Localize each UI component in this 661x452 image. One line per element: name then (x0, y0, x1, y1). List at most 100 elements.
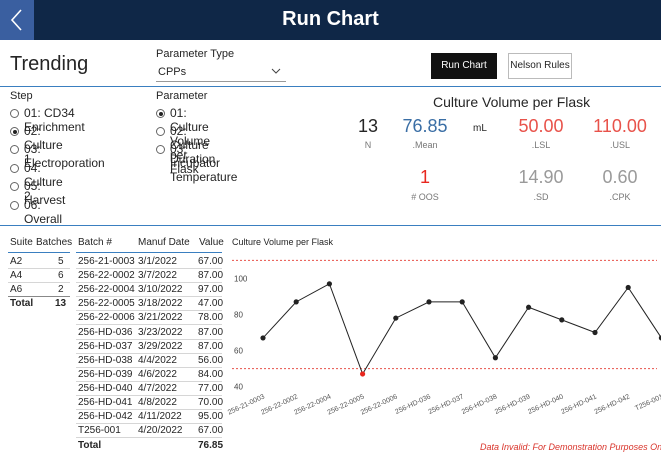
oos-label: # OOS (411, 192, 439, 202)
suite-cell: A4 (10, 270, 23, 281)
manuf-date-cell: 4/20/2022 (138, 425, 183, 437)
data-point (426, 299, 432, 305)
suite-cell: A2 (10, 256, 23, 267)
row-divider (76, 282, 222, 284)
row-divider (8, 282, 70, 283)
value-cell: 70.00 (198, 397, 224, 408)
radio-button[interactable] (10, 109, 19, 118)
data-point (559, 317, 565, 323)
column-header[interactable]: Batch # (78, 237, 112, 248)
oos-data-point (360, 371, 366, 377)
manuf-date-cell: 3/10/2022 (138, 284, 183, 296)
column-header[interactable]: Batches (36, 237, 72, 248)
batch-number-cell: 256-HD-041 (78, 397, 133, 408)
manuf-date-cell: 3/29/2022 (138, 340, 183, 352)
sd-label: .SD (533, 192, 549, 202)
data-point (393, 315, 399, 321)
batch-number-cell: 256-HD-037 (78, 340, 133, 352)
x-tick-label: 256-22-0004 (293, 393, 332, 416)
total-value: 13 (55, 298, 67, 309)
data-point (592, 329, 598, 336)
manuf-date-cell: 3/21/2022 (138, 312, 183, 324)
nelson-rules-button[interactable]: Nelson Rules (508, 53, 572, 79)
column-header[interactable]: Value (199, 237, 224, 248)
batch-number-cell: 256-HD-038 (78, 354, 133, 366)
row-divider (76, 409, 222, 410)
radio-button-selected[interactable] (156, 109, 165, 118)
radio-button[interactable] (10, 164, 19, 173)
batches-cell: 6 (58, 270, 64, 281)
batch-number-cell: 256-HD-042 (78, 411, 133, 423)
data-point (293, 299, 299, 305)
value-cell: 77.00 (198, 382, 224, 394)
row-divider (76, 338, 222, 340)
lsl-label: .LSL (531, 140, 551, 150)
radio-button[interactable] (10, 145, 19, 154)
lsl-value: 50.00 (518, 116, 564, 136)
x-tick-label: T256-001 (634, 393, 661, 412)
total-label: Total (10, 298, 34, 309)
total-label: Total (78, 440, 102, 452)
parameter-type-value: CPPs (158, 66, 187, 78)
row-divider (8, 268, 70, 269)
mean-value: 76.85 (402, 116, 448, 136)
header-underline (76, 252, 222, 253)
cpk-value: 0.60 (602, 167, 638, 187)
manuf-date-cell: 4/7/2022 (138, 382, 177, 394)
batch-number-cell: 256-22-0002 (78, 270, 135, 282)
x-tick-label: 256-22-0002 (260, 393, 299, 416)
suite-cell: A6 (10, 284, 23, 295)
x-tick-label: 256-HD-039 (494, 393, 532, 416)
x-tick-label: 256-HD-038 (461, 393, 499, 416)
step-option-label: 06: Overall (24, 198, 63, 226)
value-cell: 87.00 (198, 326, 224, 338)
header-underline (8, 252, 70, 253)
x-tick-label: 256-HD-037 (428, 393, 466, 416)
data-point (492, 355, 498, 361)
total-divider (8, 296, 70, 297)
row-divider (76, 366, 222, 368)
batch-number-cell: T256-001 (78, 425, 121, 437)
cpk-label: .CPK (609, 192, 631, 202)
column-header[interactable]: Suite (10, 237, 33, 248)
manuf-date-cell: 3/18/2022 (138, 298, 183, 310)
header-bar: Run Chart (0, 0, 661, 40)
value-cell: 84.00 (198, 368, 224, 380)
disclaimer-text: Data Invalid: For Demonstration Purposes… (480, 442, 661, 452)
row-divider (76, 296, 222, 298)
usl-value: 110.00 (593, 116, 647, 136)
radio-button[interactable] (10, 182, 19, 191)
row-divider (76, 437, 222, 439)
divider (0, 225, 661, 226)
row-divider (76, 380, 222, 382)
run-chart-button[interactable]: Run Chart (431, 53, 497, 79)
radio-button[interactable] (156, 127, 165, 136)
batch-number-cell: 256-HD-036 (78, 326, 133, 338)
oos-value: 1 (419, 167, 430, 187)
y-tick-label: 100 (234, 274, 248, 283)
data-point (526, 304, 532, 310)
x-tick-label: 256-22-0006 (360, 393, 399, 416)
radio-button[interactable] (156, 145, 165, 154)
kpi-panel-title: Culture Volume per Flask (433, 94, 591, 110)
row-divider (76, 352, 222, 354)
radio-button-selected[interactable] (10, 127, 19, 136)
radio-button[interactable] (10, 201, 19, 210)
total-value: 76.85 (198, 440, 224, 452)
manuf-date-cell: 3/1/2022 (138, 256, 177, 267)
row-divider (76, 310, 222, 312)
value-cell: 87.00 (198, 270, 224, 282)
sd-value: 14.90 (518, 167, 564, 187)
batches-cell: 5 (58, 256, 64, 267)
page-title: Run Chart (282, 8, 379, 30)
divider (0, 86, 661, 87)
x-tick-label: 256-22-0005 (327, 393, 366, 416)
mean-label: .Mean (412, 140, 438, 150)
chart-title: Culture Volume per Flask (232, 237, 334, 247)
batches-cell: 2 (58, 284, 64, 295)
value-cell: 95.00 (198, 411, 224, 423)
column-header[interactable]: Manuf Date (138, 237, 190, 248)
parameter-type-dropdown[interactable]: CPPs (156, 62, 286, 82)
data-point (260, 335, 266, 341)
y-tick-label: 40 (234, 383, 243, 392)
